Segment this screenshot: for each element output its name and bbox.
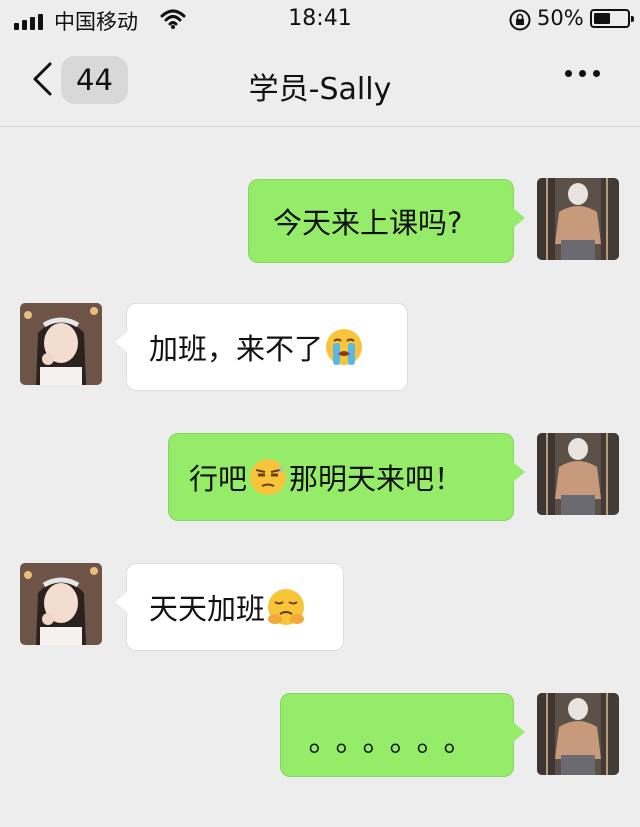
my-avatar[interactable] <box>537 433 619 515</box>
status-bar: 中国移动 18:41 50% <box>0 0 640 40</box>
rotation-lock-icon <box>509 9 531 31</box>
unamused-sweat-face-icon <box>250 459 287 495</box>
message-text: 。。。。。。 <box>308 724 486 759</box>
my-avatar[interactable] <box>537 178 619 260</box>
chat-title: 学员-Sally <box>248 72 392 107</box>
battery-icon <box>590 9 634 28</box>
message-bubble-outgoing[interactable]: 今天来上课吗? <box>248 179 525 263</box>
contact-avatar[interactable] <box>20 303 102 385</box>
more-options-icon[interactable] <box>565 70 600 77</box>
battery-fill <box>594 13 610 24</box>
message-text: 那明天来吧！ <box>289 462 464 496</box>
battery-percent: 50% <box>537 6 584 30</box>
my-avatar[interactable] <box>537 693 619 775</box>
nav-bar: 44 学员-Sally <box>0 40 640 127</box>
message-text: 天天加班 <box>149 592 266 626</box>
message-bubble-outgoing[interactable]: 。。。。。。 <box>280 693 525 777</box>
contact-avatar[interactable] <box>20 563 102 645</box>
message-bubble-incoming[interactable]: 加班，来不了 <box>115 303 408 391</box>
message-bubble-incoming[interactable]: 天天加班 <box>115 563 344 651</box>
message-text: 加班，来不了 <box>149 332 324 366</box>
message-text: 今天来上课吗? <box>273 206 463 240</box>
message-bubble-outgoing[interactable]: 行吧 那明天来吧！ <box>168 433 525 521</box>
message-text: 行吧 <box>189 462 248 496</box>
loudly-crying-face-icon <box>326 329 363 365</box>
tired-face-icon <box>268 589 305 625</box>
